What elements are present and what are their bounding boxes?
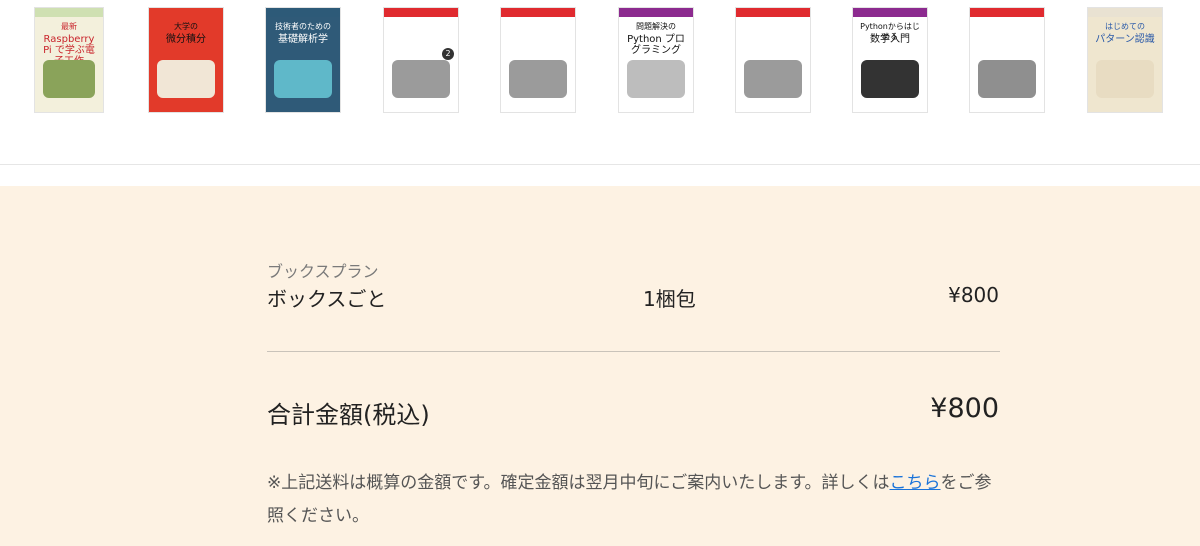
book-title-line2: Deep Learning — [516, 34, 560, 56]
book-cover-art — [509, 60, 567, 98]
book-cover-art — [157, 60, 215, 98]
book-cover-art — [43, 60, 95, 98]
volume-number-badge: 2 — [442, 48, 454, 60]
book-title-line1: ゼロから作る — [514, 22, 562, 31]
book-cover-1[interactable]: 大学の 微分積分 — [149, 8, 223, 112]
book-cover-art — [744, 60, 802, 98]
book-cover-band — [1088, 8, 1162, 17]
book-title-line1: 最新 — [61, 22, 77, 31]
price-summary-panel: ブックスプラン ボックスごと 1梱包 ¥800 合計金額(税込) ¥800 ※上… — [0, 186, 1200, 546]
book-cover-band — [149, 8, 223, 17]
book-cover-art — [1096, 60, 1154, 98]
book-title-line1: ゼロから作る — [397, 22, 445, 31]
book-cover-band — [501, 8, 575, 17]
book-cover-0[interactable]: 最新 Raspberry Pi で学ぶ電子工作 — [35, 8, 103, 112]
plan-name: ボックスごと — [267, 287, 387, 311]
book-title-line2: 基礎解析学 — [278, 34, 328, 45]
book-title-line1: Pythonによる AI — [742, 22, 804, 31]
book-cover-art — [978, 60, 1036, 98]
book-cover-9[interactable]: はじめての パターン認識 — [1088, 8, 1162, 112]
book-title-line2: 数学入門 — [870, 34, 910, 45]
plan-subtitle: ブックスプラン — [267, 262, 379, 281]
book-cover-art — [861, 60, 919, 98]
book-cover-7[interactable]: Pythonからはじめる 数学入門 — [853, 8, 927, 112]
book-cover-band — [266, 8, 340, 17]
book-cover-3[interactable]: ゼロから作る Deep Learning 2 — [384, 8, 458, 112]
book-cover-art — [627, 60, 685, 98]
book-cover-4[interactable]: ゼロから作る Deep Learning — [501, 8, 575, 112]
book-cover-band — [853, 8, 927, 17]
book-cover-art — [274, 60, 332, 98]
book-cover-band — [970, 8, 1044, 17]
book-cover-5[interactable]: 問題解決の Python プログラミング — [619, 8, 693, 112]
plan-price: ¥800 — [948, 283, 999, 307]
book-title-line1: Python — [993, 22, 1021, 31]
shipping-note: ※上記送料は概算の金額です。確定金額は翌月中旬にご案内いたします。詳しくはこちら… — [267, 467, 1002, 533]
book-cover-art — [392, 60, 450, 98]
book-title-line2: Python プログラミング — [627, 34, 685, 56]
book-title-line2: Data Science Handbook — [974, 34, 1040, 56]
total-price: ¥800 — [930, 393, 999, 424]
book-title-line2: 微分積分 — [166, 34, 206, 45]
details-link[interactable]: こちら — [890, 473, 941, 493]
book-cover-strip: 最新 Raspberry Pi で学ぶ電子工作 大学の 微分積分 技術者のための… — [0, 0, 1200, 165]
book-cover-band — [384, 8, 458, 17]
book-title-line2: パターン認識 — [1095, 34, 1155, 45]
book-title-line2: プログラミング入門 — [743, 34, 803, 56]
book-cover-band — [619, 8, 693, 17]
book-title-line1: 問題解決の — [636, 22, 676, 31]
book-cover-band — [736, 8, 810, 17]
book-cover-2[interactable]: 技術者のための 基礎解析学 — [266, 8, 340, 112]
note-text-before: ※上記送料は概算の金額です。確定金額は翌月中旬にご案内いたします。詳しくは — [267, 473, 890, 493]
total-label: 合計金額(税込) — [267, 401, 430, 429]
book-cover-band — [35, 8, 103, 17]
book-title-line1: はじめての — [1105, 22, 1145, 31]
summary-divider — [267, 351, 1000, 352]
book-title-line1: 大学の — [174, 22, 198, 31]
book-cover-8[interactable]: Python Data Science Handbook — [970, 8, 1044, 112]
plan-quantity: 1梱包 — [643, 287, 696, 311]
book-title-line1: 技術者のための — [275, 22, 331, 31]
book-cover-6[interactable]: Pythonによる AI プログラミング入門 — [736, 8, 810, 112]
